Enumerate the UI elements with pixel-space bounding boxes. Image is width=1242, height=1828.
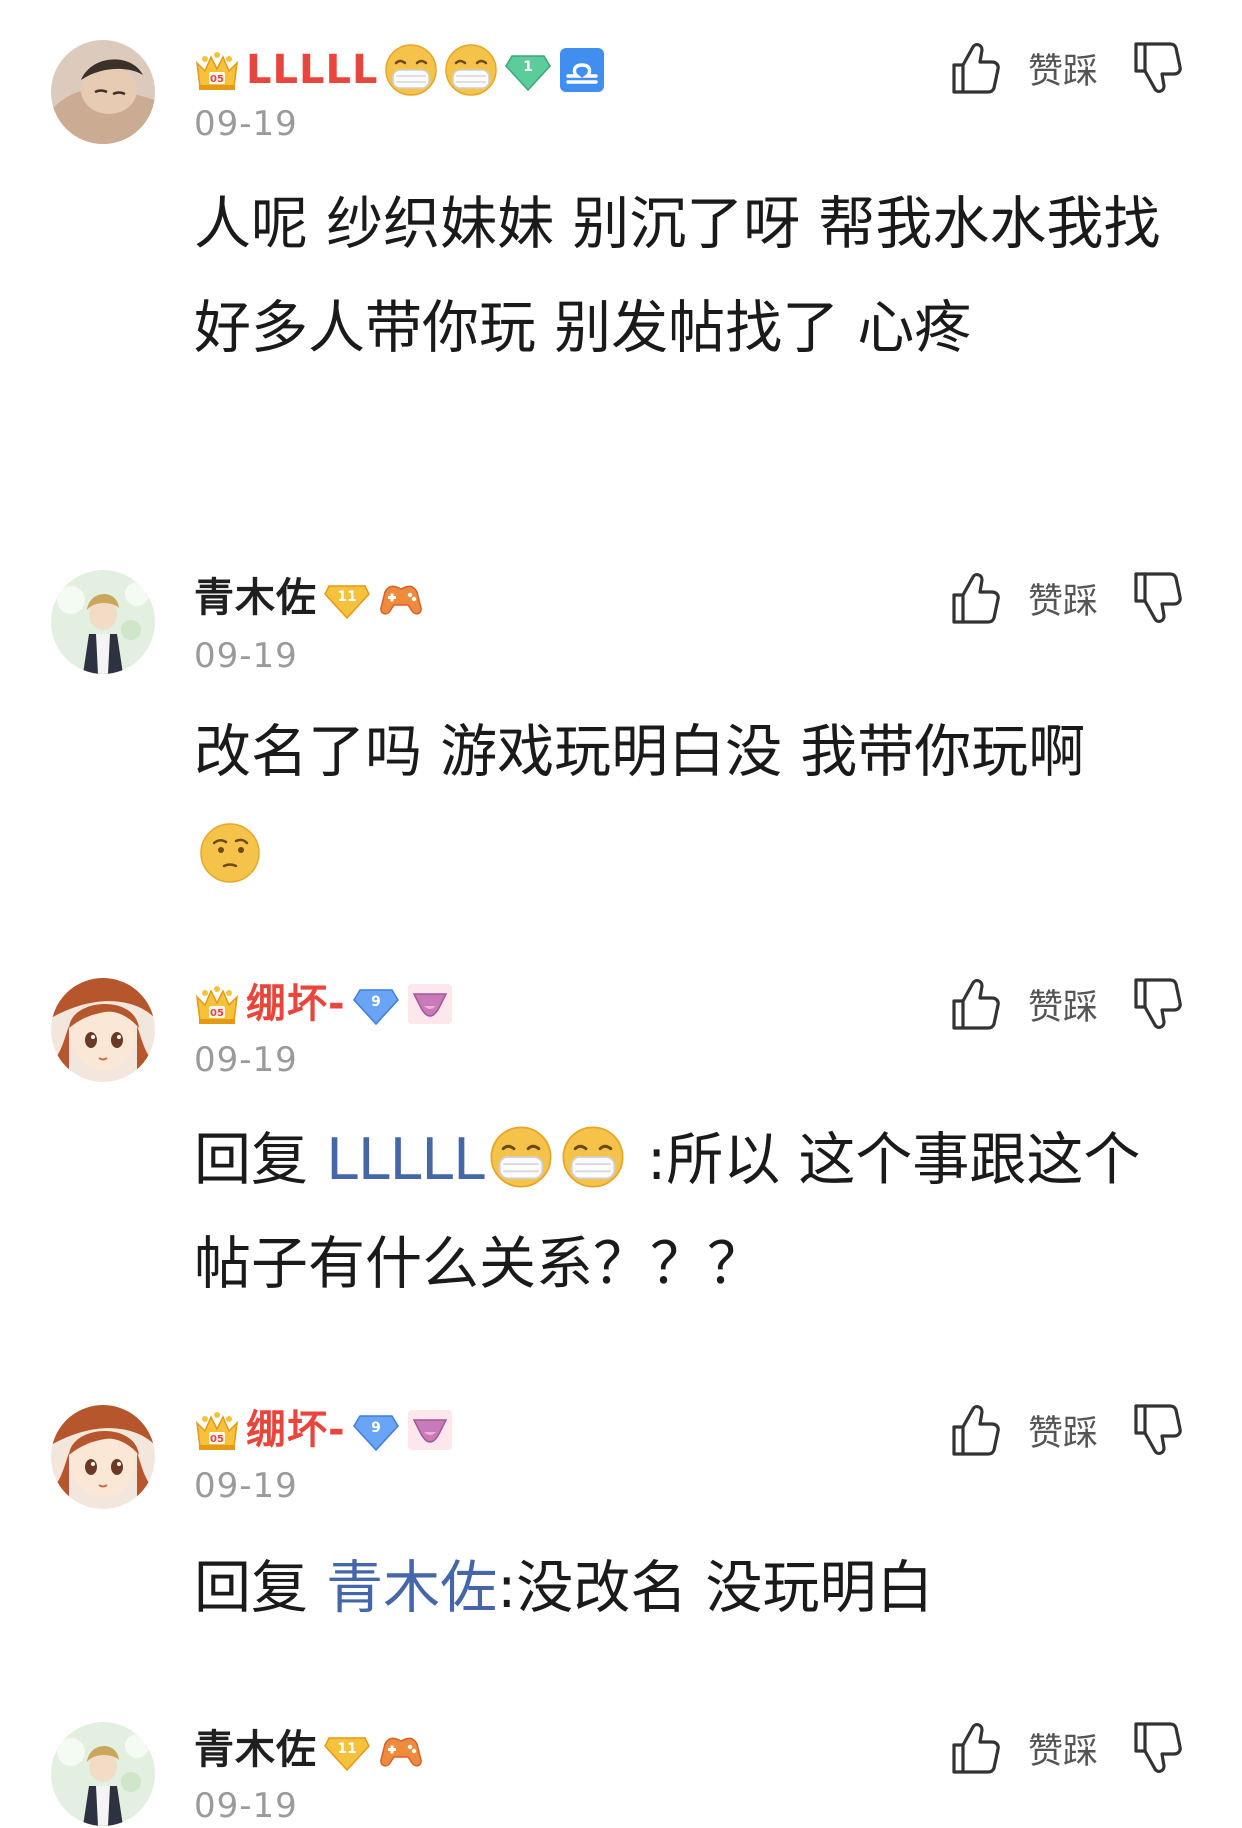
thumb-down-icon[interactable] [1132, 976, 1182, 1032]
thumb-up-icon[interactable] [950, 1720, 1000, 1776]
thumb-down-icon[interactable] [1132, 40, 1182, 96]
diamond-level-icon: 11 [324, 585, 370, 620]
comment-text: 人呢 纱织妹妹 别沉了呀 帮我水水我找好多人带你玩 别发帖找了 心疼 [194, 191, 1161, 361]
libra-icon [560, 48, 605, 92]
username[interactable]: 绷坏- [246, 1402, 346, 1458]
comment-text-content: 改名了吗 游戏玩明白没 我带你玩啊 [194, 719, 1086, 785]
username[interactable]: 绷坏- [246, 976, 346, 1032]
username-row: LLLLL 1 [194, 42, 606, 98]
vote-actions: 赞踩 [950, 1718, 1190, 1778]
thumb-up-icon[interactable] [950, 40, 1000, 96]
avatar[interactable] [51, 978, 155, 1082]
comment-date: 09-19 [194, 636, 298, 676]
mask-emoji-icon [489, 1125, 553, 1189]
comment-date: 09-19 [194, 104, 298, 144]
vote-label: 赞踩 [1028, 1731, 1099, 1772]
thumb-up-icon[interactable] [950, 1402, 1000, 1458]
vote-actions: 赞踩 [950, 38, 1190, 98]
crown-icon [194, 983, 240, 1025]
vote-label: 赞踩 [1028, 581, 1099, 622]
vote-label: 赞踩 [1028, 987, 1099, 1028]
underwear-icon [406, 980, 454, 1028]
comment-text: 回复 LLLLL :所以 这个事跟这个帖子有什么关系？？？ [194, 1108, 1194, 1316]
comment-date: 09-19 [194, 1040, 298, 1080]
diamond-level-icon: 9 [352, 1415, 399, 1452]
comment-date: 09-19 [194, 1466, 298, 1506]
reply-to-link[interactable]: LLLLL [326, 1127, 485, 1193]
mask-emoji-icon [384, 43, 438, 97]
comment-list: 05 [0, 0, 1242, 1826]
avatar[interactable] [51, 570, 155, 674]
reply-prefix: 回复 [194, 1555, 308, 1621]
thumb-down-icon[interactable] [1132, 1720, 1182, 1776]
thumb-up-icon[interactable] [950, 570, 1000, 626]
game-controller-icon [377, 1726, 425, 1774]
comment-text: 改名了吗 游戏玩明白没 我带你玩啊 [194, 700, 1154, 908]
username-row: 青木佐 11 [194, 570, 425, 626]
crown-icon [194, 1409, 240, 1451]
username-row: 绷坏- 9 [194, 1402, 454, 1458]
diamond-level-number: 9 [371, 994, 381, 1010]
diamond-level-icon: 11 [324, 1737, 370, 1772]
comment-date: 09-19 [194, 1786, 298, 1826]
vote-actions: 赞踩 [950, 1400, 1190, 1460]
diamond-level-icon: 9 [352, 989, 399, 1026]
vote-label: 赞踩 [1028, 1413, 1099, 1454]
reply-to-link[interactable]: 青木佐 [326, 1555, 497, 1621]
thumb-down-icon[interactable] [1132, 1402, 1182, 1458]
avatar[interactable] [51, 1722, 155, 1826]
comment-text: 回复 青木佐:没改名 没玩明白 [194, 1536, 1184, 1640]
thumb-up-icon[interactable] [950, 976, 1000, 1032]
thinking-emoji-icon [200, 823, 260, 884]
mask-emoji-icon [444, 43, 498, 97]
username[interactable]: LLLLL [246, 42, 378, 98]
diamond-level-number: 11 [337, 589, 356, 605]
vote-label: 赞踩 [1028, 51, 1099, 92]
crown-icon [194, 49, 240, 91]
diamond-level-number: 9 [371, 1420, 381, 1436]
vote-actions: 赞踩 [950, 974, 1190, 1034]
game-controller-icon [377, 574, 425, 622]
username[interactable]: 青木佐 [194, 1722, 317, 1778]
diamond-level-number: 1 [524, 59, 534, 75]
avatar[interactable] [51, 1405, 155, 1509]
username-row: 绷坏- 9 [194, 976, 454, 1032]
comment-text-content: :没改名 没玩明白 [497, 1555, 934, 1621]
avatar[interactable] [51, 40, 155, 144]
diamond-level-icon: 1 [505, 55, 552, 92]
mask-emoji-icon [561, 1125, 625, 1189]
username[interactable]: 青木佐 [194, 570, 317, 626]
diamond-level-number: 11 [337, 1741, 356, 1757]
vote-actions: 赞踩 [950, 568, 1190, 628]
underwear-icon [406, 1406, 454, 1454]
reply-prefix: 回复 [194, 1127, 308, 1193]
thumb-down-icon[interactable] [1132, 570, 1182, 626]
username-row: 青木佐 11 [194, 1722, 425, 1778]
